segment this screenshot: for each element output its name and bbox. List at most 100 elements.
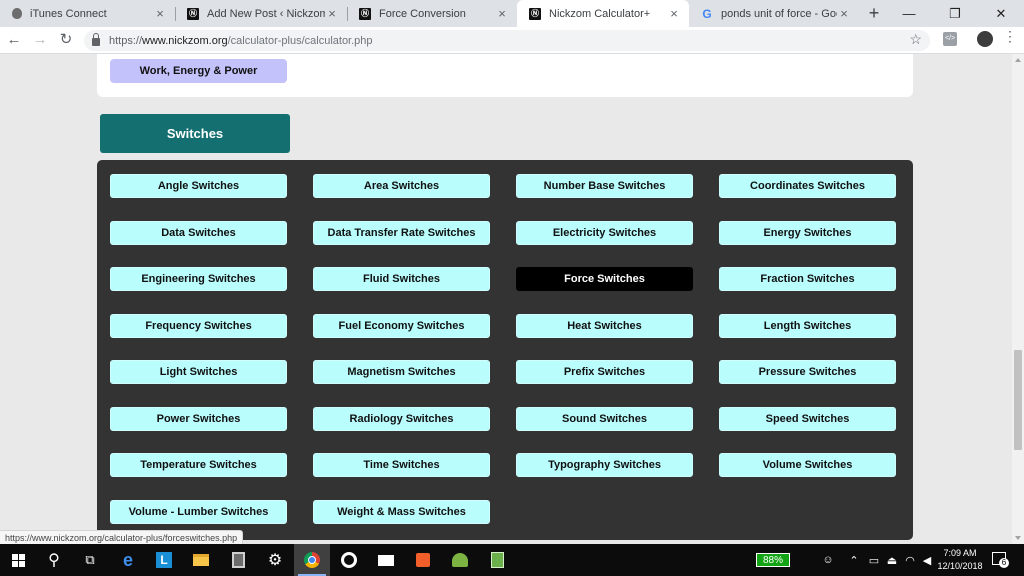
angle-switches-button[interactable]: Angle Switches xyxy=(110,174,287,198)
task-view-icon[interactable]: ⧉ xyxy=(72,544,108,576)
nickzom-icon: Ⓝ xyxy=(359,7,371,20)
scroll-thumb[interactable] xyxy=(1014,350,1022,450)
power-switches-button[interactable]: Power Switches xyxy=(110,406,287,431)
mail-app-icon[interactable] xyxy=(368,544,404,576)
sound-switches-button[interactable]: Sound Switches xyxy=(516,406,693,431)
length-switches-button[interactable]: Length Switches xyxy=(719,313,896,338)
data-transfer-rate-switches-button[interactable]: Data Transfer Rate Switches xyxy=(313,220,490,245)
battery-icon[interactable]: ▭ xyxy=(866,544,882,576)
volume-lumber-switches-button[interactable]: Volume - Lumber Switches xyxy=(110,499,287,524)
weight-and-mass-switches-button[interactable]: Weight & Mass Switches xyxy=(313,499,490,524)
settings-gear-icon[interactable]: ⚙ xyxy=(257,544,293,576)
area-switches-button[interactable]: Area Switches xyxy=(313,174,490,198)
mail-icon xyxy=(378,554,394,566)
tab-nickzom-calculator[interactable]: Ⓝ Nickzom Calculator+ × xyxy=(517,0,689,27)
edge-browser-icon[interactable]: e xyxy=(110,544,146,576)
l-app-icon[interactable]: L xyxy=(146,544,182,576)
volume-icon[interactable]: ◀ xyxy=(919,544,935,576)
scroll-down-arrow[interactable] xyxy=(1015,536,1021,540)
tab-title: ponds unit of force - Google S xyxy=(721,7,837,20)
bookmark-star-icon[interactable]: ☆ xyxy=(909,31,922,48)
page-scrollbar[interactable] xyxy=(1012,54,1024,544)
electricity-switches-button[interactable]: Electricity Switches xyxy=(516,220,693,245)
temperature-switches-button[interactable]: Temperature Switches xyxy=(110,453,287,477)
hardware-icon[interactable]: ⏏ xyxy=(884,544,900,576)
number-base-switches-button[interactable]: Number Base Switches xyxy=(516,174,693,198)
tab-title: iTunes Connect xyxy=(30,7,107,20)
section-heading: Switches xyxy=(100,114,290,153)
back-button[interactable]: ← xyxy=(4,30,24,50)
wifi-icon[interactable]: ◠ xyxy=(902,544,918,576)
close-window-button[interactable]: ✕ xyxy=(978,0,1024,27)
battery-percentage: 88% xyxy=(756,553,790,567)
chevron-up-icon[interactable]: ⌃ xyxy=(846,544,862,576)
people-icon[interactable]: ☺ xyxy=(818,544,838,576)
android-studio-icon[interactable] xyxy=(442,544,478,576)
close-icon[interactable]: × xyxy=(325,6,339,21)
nickzom-icon: Ⓝ xyxy=(529,7,541,20)
new-tab-button[interactable]: + xyxy=(864,3,884,23)
browser-menu-icon[interactable]: ⋮ xyxy=(1003,29,1017,43)
close-icon[interactable]: × xyxy=(153,6,167,21)
tab-force-conversion[interactable]: Ⓝ Force Conversion × xyxy=(347,0,517,27)
sheet-icon xyxy=(490,552,504,568)
radiology-switches-button[interactable]: Radiology Switches xyxy=(313,406,490,431)
fraction-switches-button[interactable]: Fraction Switches xyxy=(719,267,896,291)
switches-panel: Angle Switches Area Switches Number Base S… xyxy=(97,160,913,540)
media-player-icon[interactable] xyxy=(405,544,441,576)
heat-switches-button[interactable]: Heat Switches xyxy=(516,313,693,338)
close-icon[interactable]: × xyxy=(495,6,509,21)
calculator-app-icon[interactable] xyxy=(220,544,256,576)
profile-avatar[interactable] xyxy=(977,31,993,47)
groove-app-icon[interactable] xyxy=(331,544,367,576)
chrome-taskbar-icon[interactable] xyxy=(294,544,330,576)
search-icon[interactable]: ⚲ xyxy=(36,544,72,576)
spreadsheet-app-icon[interactable] xyxy=(479,544,515,576)
nickzom-icon: Ⓝ xyxy=(187,7,199,20)
minimize-button[interactable]: — xyxy=(886,0,932,27)
typography-switches-button[interactable]: Typography Switches xyxy=(516,453,693,477)
system-clock[interactable]: 7:09 AM 12/10/2018 xyxy=(936,547,984,573)
calculator-icon xyxy=(231,552,245,568)
pressure-switches-button[interactable]: Pressure Switches xyxy=(719,360,896,384)
engineering-switches-button[interactable]: Engineering Switches xyxy=(110,267,287,291)
tab-title: Add New Post ‹ Nickzom Blog xyxy=(207,7,325,20)
force-switches-button[interactable]: Force Switches xyxy=(516,267,693,291)
ring-icon xyxy=(341,552,357,568)
file-explorer-icon[interactable] xyxy=(183,544,219,576)
time-switches-button[interactable]: Time Switches xyxy=(313,453,490,477)
reload-button[interactable]: ↻ xyxy=(56,30,76,50)
lock-icon xyxy=(92,32,100,46)
tab-itunes-connect[interactable]: iTunes Connect × xyxy=(0,0,175,27)
magnetism-switches-button[interactable]: Magnetism Switches xyxy=(313,360,490,384)
fuel-economy-switches-button[interactable]: Fuel Economy Switches xyxy=(313,313,490,338)
url-path: /calculator-plus/calculator.php xyxy=(227,34,373,47)
light-switches-button[interactable]: Light Switches xyxy=(110,360,287,384)
folder-icon xyxy=(193,554,209,566)
url-scheme: https:// xyxy=(109,34,143,47)
volume-switches-button[interactable]: Volume Switches xyxy=(719,453,896,477)
coordinates-switches-button[interactable]: Coordinates Switches xyxy=(719,174,896,198)
close-icon[interactable]: × xyxy=(667,6,681,21)
speed-switches-button[interactable]: Speed Switches xyxy=(719,406,896,431)
prefix-switches-button[interactable]: Prefix Switches xyxy=(516,360,693,384)
url-host: www.nickzom.org xyxy=(142,34,228,47)
extension-icon[interactable]: </> xyxy=(943,32,957,46)
tab-add-new-post[interactable]: Ⓝ Add New Post ‹ Nickzom Blog × xyxy=(175,0,347,27)
restore-button[interactable]: ❐ xyxy=(932,0,978,27)
tab-google-search[interactable]: G ponds unit of force - Google S × xyxy=(689,0,859,27)
address-bar[interactable]: https:// www.nickzom.org /calculator-plu… xyxy=(84,30,930,51)
windows-taskbar: ⚲ ⧉ e L ⚙ 88% ☺ ⌃ ▭ ⏏ ◠ ◀ 7:09 AM 12/10/… xyxy=(0,544,1024,576)
page-viewport: Work, Energy & Power Switches Angle Swit… xyxy=(0,54,1012,544)
frequency-switches-button[interactable]: Frequency Switches xyxy=(110,313,287,338)
data-switches-button[interactable]: Data Switches xyxy=(110,220,287,245)
work-energy-power-button[interactable]: Work, Energy & Power xyxy=(110,59,287,83)
fluid-switches-button[interactable]: Fluid Switches xyxy=(313,267,490,291)
close-icon[interactable]: × xyxy=(837,6,851,21)
energy-switches-button[interactable]: Energy Switches xyxy=(719,220,896,245)
notification-count-badge: 6 xyxy=(999,558,1009,568)
scroll-up-arrow[interactable] xyxy=(1015,58,1021,62)
clock-time: 7:09 AM xyxy=(943,548,977,558)
start-button[interactable] xyxy=(0,544,36,576)
forward-button[interactable]: → xyxy=(30,30,50,50)
